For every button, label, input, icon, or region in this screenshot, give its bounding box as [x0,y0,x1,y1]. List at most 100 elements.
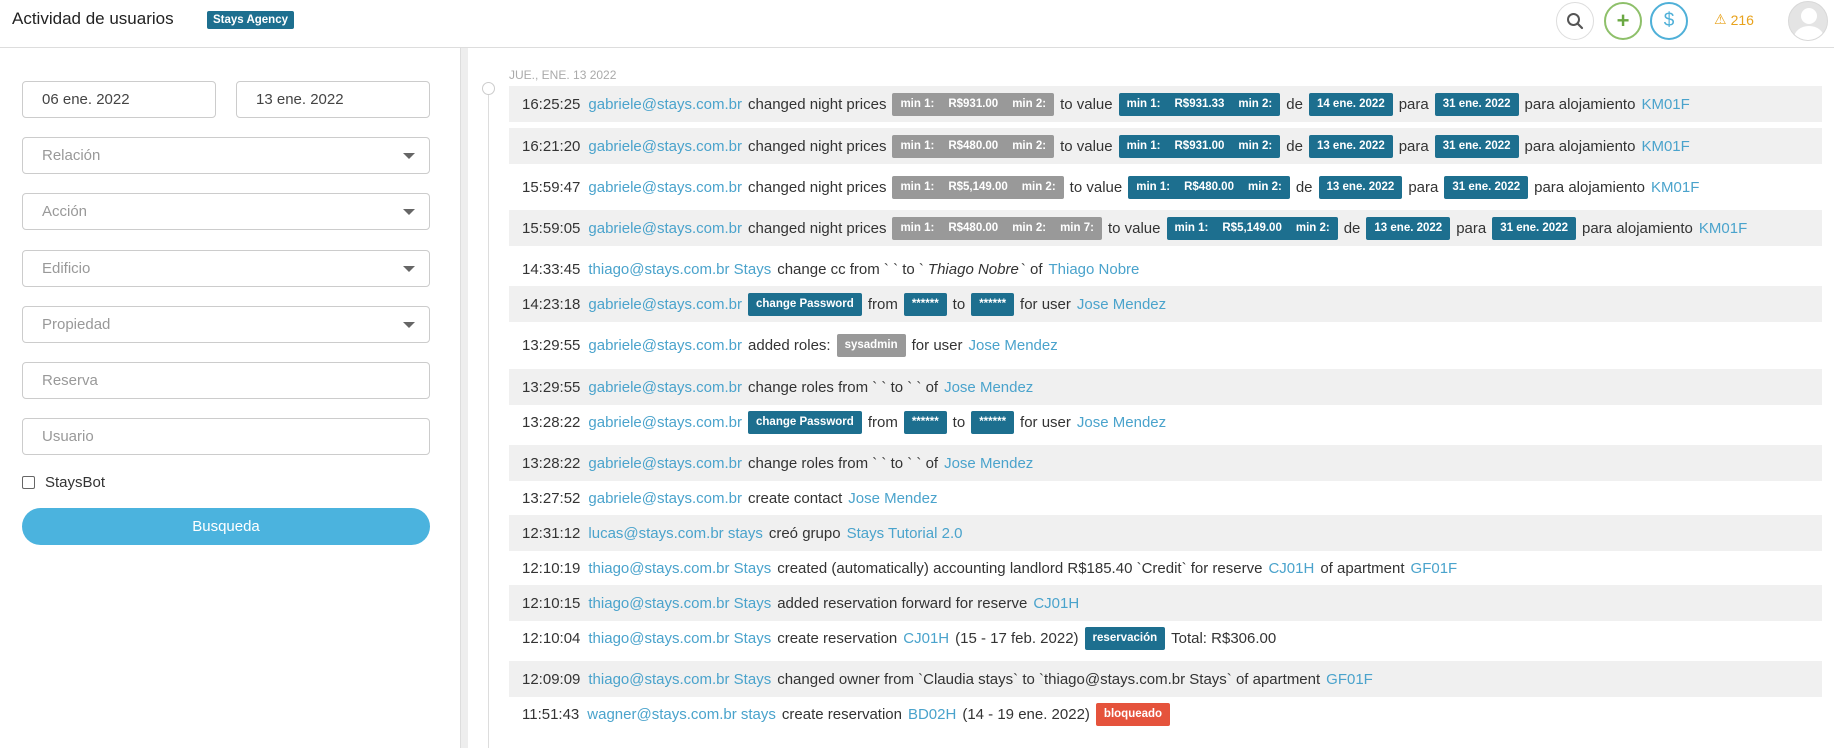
row-text: change roles from ` ` to ` ` of [748,454,939,472]
new-price-chip: min 1: R$5,149.00 min 2: [1166,216,1338,240]
finance-button[interactable]: $ [1650,2,1688,40]
listing-link[interactable]: KM01F [1641,138,1689,155]
relacion-select[interactable]: Relación [22,137,430,174]
search-submit-button[interactable]: Busqueda [22,508,430,545]
row-user-link[interactable]: thiago@stays.com.br Stays [588,261,771,278]
row-text: create reservation [777,629,898,647]
activity-row: 13:28:22 gabriele@stays.com.br change ro… [509,445,1822,481]
chip-label: min 2: [1238,140,1273,152]
target-link[interactable]: Stays Tutorial 2.0 [847,525,963,542]
avatar[interactable] [1788,1,1828,41]
listing-link[interactable]: KM01F [1651,179,1699,196]
row-user-link[interactable]: gabriele@stays.com.br [588,96,742,113]
target-link[interactable]: Jose Mendez [1077,414,1166,431]
row-user-link[interactable]: lucas@stays.com.br stays [588,525,762,542]
row-user-link[interactable]: wagner@stays.com.br stays [587,706,776,723]
activity-row: 13:29:55 gabriele@stays.com.br added rol… [509,327,1822,363]
reserve-link[interactable]: CJ01H [1268,560,1314,577]
row-time: 12:31:12 [522,524,581,542]
date-from-input[interactable]: 06 ene. 2022 [22,81,216,118]
target-link[interactable]: Thiago Nobre [1049,261,1140,278]
chip-value: R$480.00 [948,222,999,234]
timeline-date-header: JUE., ENE. 13 2022 [509,68,617,82]
top-header: Actividad de usuarios Stays Agency + $ ⚠… [0,0,1834,48]
alerts-indicator[interactable]: ⚠ 216 [1714,11,1754,28]
row-user-link[interactable]: gabriele@stays.com.br [588,296,742,313]
row-text: changed night prices [748,137,887,155]
row-user-link[interactable]: gabriele@stays.com.br [588,179,742,196]
add-button[interactable]: + [1604,2,1642,40]
chip-label: min 2: [1012,140,1047,152]
activity-row: 16:21:20 gabriele@stays.com.br changed n… [509,128,1822,164]
date-to-input[interactable]: 13 ene. 2022 [236,81,430,118]
propiedad-select[interactable]: Propiedad [22,306,430,343]
apartment-link[interactable]: GF01F [1326,671,1373,688]
chip-value: R$480.00 [1184,181,1234,193]
target-link[interactable]: Jose Mendez [848,490,937,507]
row-user-link[interactable]: gabriele@stays.com.br [588,138,742,155]
staysbot-checkbox[interactable] [22,476,35,489]
staysbot-label: StaysBot [45,474,106,491]
usuario-placeholder: Usuario [42,428,94,445]
target-link[interactable]: Jose Mendez [944,455,1033,472]
activity-row: 13:27:52 gabriele@stays.com.br create co… [509,480,1822,516]
row-text: to value [1060,137,1113,155]
row-text: para alojamiento [1534,178,1646,196]
row-text: de [1295,178,1313,196]
chip-value: R$5,149.00 [1222,222,1282,234]
row-text: change cc from ` ` to ` [777,260,924,278]
listing-link[interactable]: KM01F [1641,96,1689,113]
row-user-link[interactable]: thiago@stays.com.br Stays [588,630,771,647]
accion-select[interactable]: Acción [22,193,430,230]
row-text: de [1343,219,1361,237]
date-chip: 31 ene. 2022 [1492,216,1576,240]
reserve-link[interactable]: CJ01H [903,630,949,647]
row-user-link[interactable]: gabriele@stays.com.br [588,455,742,472]
caret-down-icon [403,153,415,159]
row-user-link[interactable]: gabriele@stays.com.br [588,379,742,396]
reserve-link[interactable]: CJ01H [1033,595,1079,612]
edificio-select[interactable]: Edificio [22,250,430,287]
row-text: for user [1020,413,1071,431]
row-text: para alojamiento [1582,219,1693,237]
activity-row: 15:59:47 gabriele@stays.com.br changed n… [509,169,1822,205]
staysbot-checkbox-row[interactable]: StaysBot [22,474,105,491]
row-text: change roles from ` ` to ` ` of [748,378,939,396]
apartment-link[interactable]: GF01F [1411,560,1458,577]
row-text: changed night prices [748,219,887,237]
filter-sidebar: 06 ene. 2022 13 ene. 2022 Relación Acció… [0,48,460,748]
row-text: para [1398,95,1429,113]
usuario-input[interactable]: Usuario [22,418,430,455]
panel-divider[interactable] [460,48,468,748]
row-user-link[interactable]: thiago@stays.com.br Stays [588,595,771,612]
agency-badge[interactable]: Stays Agency [207,11,294,29]
row-text: for user [1020,295,1071,313]
search-button[interactable] [1556,2,1594,40]
chip-label: min 1: [900,140,935,152]
row-time: 12:09:09 [522,670,581,688]
activity-row: 16:25:25 gabriele@stays.com.br changed n… [509,86,1822,122]
plus-icon: + [1616,8,1630,33]
date-chip: 31 ene. 2022 [1434,134,1519,158]
row-time: 12:10:15 [522,594,581,612]
listing-link[interactable]: KM01F [1699,220,1747,237]
row-time: 12:10:04 [522,629,581,647]
reserva-input[interactable]: Reserva [22,362,430,399]
target-link[interactable]: Jose Mendez [1077,296,1166,313]
row-user-link[interactable]: gabriele@stays.com.br [588,220,742,237]
row-user-link[interactable]: thiago@stays.com.br Stays [588,560,771,577]
target-link[interactable]: Jose Mendez [944,379,1033,396]
row-user-link[interactable]: gabriele@stays.com.br [588,414,742,431]
old-price-chip: min 1: R$480.00 min 2: min 7: [892,216,1102,240]
chip-label: min 2: [1012,222,1047,234]
row-user-link[interactable]: gabriele@stays.com.br [588,337,742,354]
date-chip: 13 ene. 2022 [1308,134,1393,158]
action-chip: change Password [748,410,862,434]
row-user-link[interactable]: gabriele@stays.com.br [588,490,742,507]
old-price-chip: min 1: R$931.00 min 2: [892,92,1055,116]
target-link[interactable]: Jose Mendez [969,337,1058,354]
row-user-link[interactable]: thiago@stays.com.br Stays [588,671,771,688]
propiedad-placeholder: Propiedad [42,316,111,333]
row-time: 13:28:22 [522,454,581,472]
reserve-link[interactable]: BD02H [908,706,956,723]
